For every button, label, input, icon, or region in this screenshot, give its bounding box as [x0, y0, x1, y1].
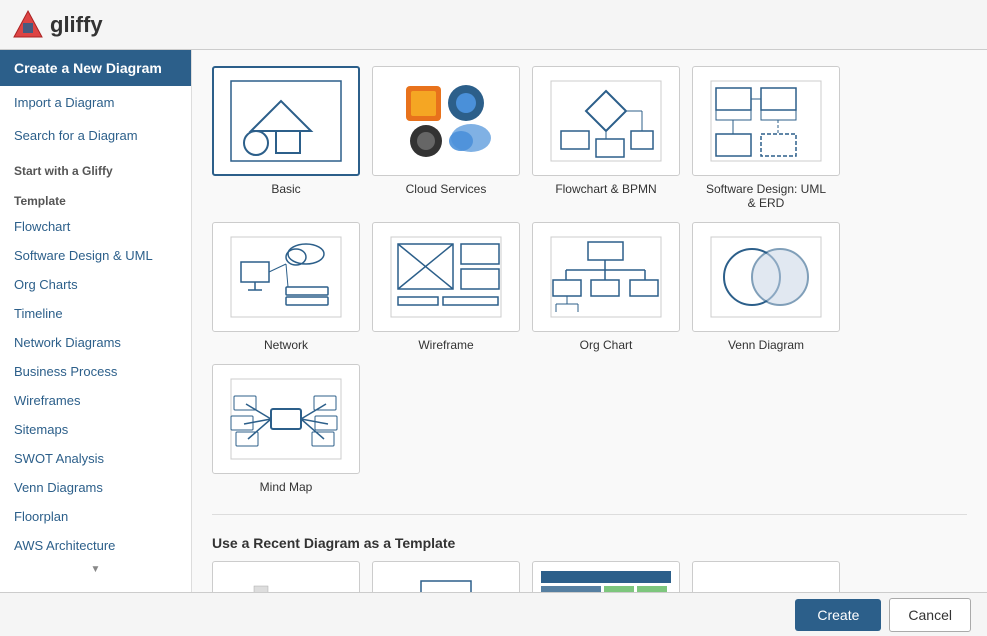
create-button[interactable]: Create [795, 599, 881, 631]
template-label-uml: Software Design: UML & ERD [706, 182, 826, 210]
sidebar-scroll-arrow: ▼ [0, 560, 191, 579]
cancel-button[interactable]: Cancel [889, 598, 971, 632]
content-area: Basic [192, 50, 987, 636]
sidebar-item-business-process[interactable]: Business Process [0, 357, 191, 386]
sidebar-item-aws[interactable]: AWS Architecture [0, 531, 191, 560]
sidebar-item-venn-diagrams[interactable]: Venn Diagrams [0, 473, 191, 502]
sidebar-item-sitemaps[interactable]: Sitemaps [0, 415, 191, 444]
sidebar-item-swot[interactable]: SWOT Analysis [0, 444, 191, 473]
bottom-bar: Create Cancel [0, 592, 987, 636]
template-card-uml[interactable]: Software Design: UML & ERD [692, 66, 840, 210]
template-card-img-network[interactable] [212, 222, 360, 332]
template-card-basic[interactable]: Basic [212, 66, 360, 210]
template-label-basic: Basic [271, 182, 300, 196]
sidebar-item-search[interactable]: Search for a Diagram [0, 119, 191, 152]
app-logo: gliffy [12, 9, 103, 41]
sidebar: Create a New Diagram Import a Diagram Se… [0, 50, 192, 636]
sidebar-section-header: Start with a Gliffy [0, 152, 191, 182]
sidebar-item-create-new[interactable]: Create a New Diagram [0, 50, 191, 86]
gliffy-logo-icon [12, 9, 44, 41]
sidebar-item-software-design[interactable]: Software Design & UML [0, 241, 191, 270]
template-card-venn[interactable]: Venn Diagram [692, 222, 840, 352]
template-card-network[interactable]: Network [212, 222, 360, 352]
template-label-mindmap: Mind Map [260, 480, 313, 494]
template-card-img-uml[interactable] [692, 66, 840, 176]
sidebar-item-wireframes[interactable]: Wireframes [0, 386, 191, 415]
template-card-img-orgchart[interactable] [532, 222, 680, 332]
template-card-img-flowchart[interactable] [532, 66, 680, 176]
template-card-flowchart[interactable]: Flowchart & BPMN [532, 66, 680, 210]
template-card-wireframe[interactable]: Wireframe [372, 222, 520, 352]
recent-section-title: Use a Recent Diagram as a Template [212, 535, 967, 551]
template-card-cloud[interactable]: Cloud Services [372, 66, 520, 210]
template-label-wireframe: Wireframe [418, 338, 473, 352]
sidebar-item-import[interactable]: Import a Diagram [0, 86, 191, 119]
template-section: Basic [212, 66, 967, 494]
template-label-venn: Venn Diagram [728, 338, 804, 352]
template-label-network: Network [264, 338, 308, 352]
template-label-orgchart: Org Chart [580, 338, 633, 352]
main-layout: Create a New Diagram Import a Diagram Se… [0, 50, 987, 636]
template-grid: Basic [212, 66, 967, 494]
template-card-img-venn[interactable] [692, 222, 840, 332]
sidebar-item-flowchart[interactable]: Flowchart [0, 212, 191, 241]
sidebar-item-org-charts[interactable]: Org Charts [0, 270, 191, 299]
sidebar-template-header: Template [0, 182, 191, 212]
header: gliffy [0, 0, 987, 50]
sidebar-item-network-diagrams[interactable]: Network Diagrams [0, 328, 191, 357]
sidebar-item-floorplan[interactable]: Floorplan [0, 502, 191, 531]
template-label-cloud: Cloud Services [406, 182, 487, 196]
divider [212, 514, 967, 515]
template-card-mindmap[interactable]: Mind Map [212, 364, 360, 494]
template-card-img-cloud[interactable] [372, 66, 520, 176]
template-label-flowchart: Flowchart & BPMN [555, 182, 656, 196]
app-title: gliffy [50, 12, 103, 38]
template-card-img-wireframe[interactable] [372, 222, 520, 332]
template-card-img-basic[interactable] [212, 66, 360, 176]
template-card-orgchart[interactable]: Org Chart [532, 222, 680, 352]
sidebar-item-timeline[interactable]: Timeline [0, 299, 191, 328]
template-card-img-mindmap[interactable] [212, 364, 360, 474]
